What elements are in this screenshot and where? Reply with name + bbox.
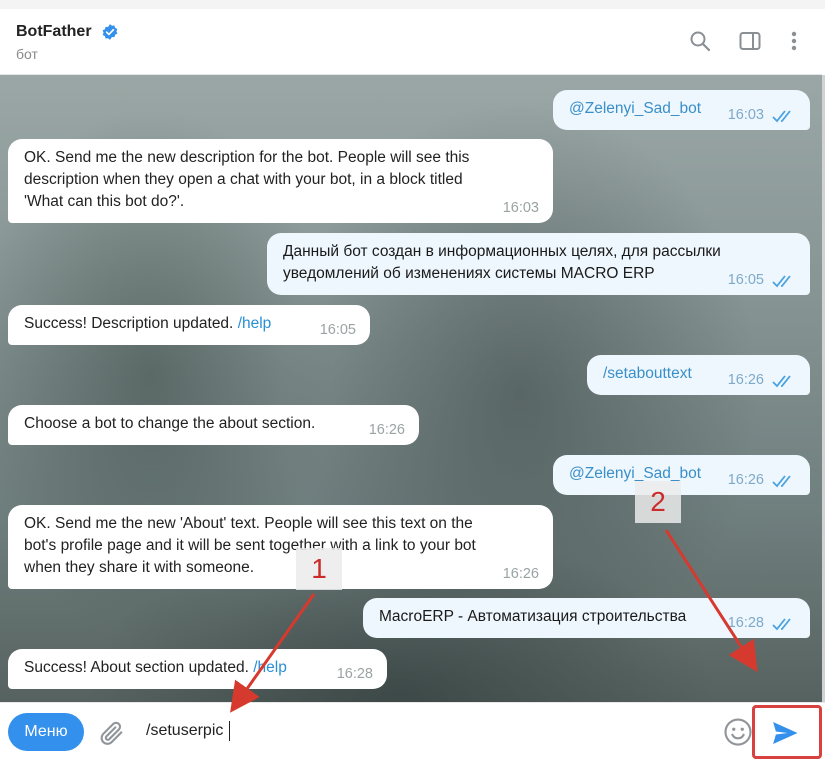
chat-header[interactable]: BotFather бот <box>0 9 822 75</box>
help-command-link[interactable]: /help <box>253 659 287 676</box>
sidebar-toggle-icon[interactable] <box>738 29 762 53</box>
message-outgoing[interactable]: MacroERP - Автоматизация строительства 1… <box>363 598 810 638</box>
message-time: 16:26 <box>368 422 405 438</box>
message-text[interactable]: @Zelenyi_Sad_bot <box>569 100 701 117</box>
read-checkmarks-icon <box>772 475 791 488</box>
message-list[interactable]: @Zelenyi_Sad_bot 16:03 OK. Send me the n… <box>0 75 822 702</box>
message-text[interactable]: @Zelenyi_Sad_bot <box>569 465 701 482</box>
message-time: 16:03 <box>727 107 764 123</box>
message-time: 16:03 <box>502 200 539 216</box>
message-time: 16:26 <box>502 566 539 582</box>
help-command-link[interactable]: /help <box>238 315 272 332</box>
message-outgoing[interactable]: @Zelenyi_Sad_bot 16:03 <box>553 90 810 130</box>
read-checkmarks-icon <box>772 618 791 631</box>
message-text: Success! About section updated. <box>24 659 249 676</box>
message-time: 16:28 <box>727 615 764 631</box>
bot-menu-button[interactable]: Меню <box>8 713 84 751</box>
message-time: 16:26 <box>727 472 764 488</box>
message-text: Choose a bot to change the about section… <box>24 415 316 432</box>
message-outgoing[interactable]: Данный бот создан в информационных целях… <box>267 233 810 295</box>
read-checkmarks-icon <box>772 375 791 388</box>
message-time: 16:28 <box>336 666 373 682</box>
message-incoming[interactable]: Success! About section updated. /help 16… <box>8 649 387 689</box>
annotation-label-2: 2 <box>635 481 681 523</box>
send-icon[interactable] <box>769 718 801 748</box>
message-composer[interactable]: Меню /setuserpic <box>0 702 825 762</box>
window-top-strip <box>0 0 825 9</box>
message-text: OK. Send me the new 'About' text. People… <box>24 515 476 576</box>
chat-title: BotFather <box>16 22 92 40</box>
attach-icon[interactable] <box>98 719 126 747</box>
message-incoming[interactable]: OK. Send me the new 'About' text. People… <box>8 505 553 589</box>
chat-title-group[interactable]: BotFather <box>16 21 119 41</box>
text-caret <box>229 721 231 741</box>
message-text: Success! Description updated. <box>24 315 234 332</box>
annotation-label-1: 1 <box>296 548 342 590</box>
read-checkmarks-icon <box>772 275 791 288</box>
chat-subtitle: бот <box>16 46 38 62</box>
message-outgoing[interactable]: /setabouttext 16:26 <box>587 355 810 395</box>
message-time: 16:26 <box>727 372 764 388</box>
message-incoming[interactable]: Success! Description updated. /help 16:0… <box>8 305 370 345</box>
message-time: 16:05 <box>727 272 764 288</box>
message-incoming[interactable]: OK. Send me the new description for the … <box>8 139 553 223</box>
message-text: OK. Send me the new description for the … <box>24 149 470 210</box>
verified-badge-icon <box>102 23 118 40</box>
emoji-icon[interactable] <box>723 717 753 747</box>
search-icon[interactable] <box>688 29 712 53</box>
send-button-highlight[interactable] <box>752 705 822 759</box>
message-input-value: /setuserpic <box>146 722 224 740</box>
message-time: 16:05 <box>319 322 356 338</box>
message-text: MacroERP - Автоматизация строительства <box>379 608 687 625</box>
message-outgoing[interactable]: @Zelenyi_Sad_bot 16:26 <box>553 455 810 495</box>
read-checkmarks-icon <box>772 110 791 123</box>
message-incoming[interactable]: Choose a bot to change the about section… <box>8 405 419 445</box>
more-vertical-icon[interactable] <box>782 29 806 53</box>
message-text: Данный бот создан в информационных целях… <box>283 243 721 282</box>
message-input[interactable]: /setuserpic <box>146 721 231 741</box>
message-text[interactable]: /setabouttext <box>603 365 692 382</box>
